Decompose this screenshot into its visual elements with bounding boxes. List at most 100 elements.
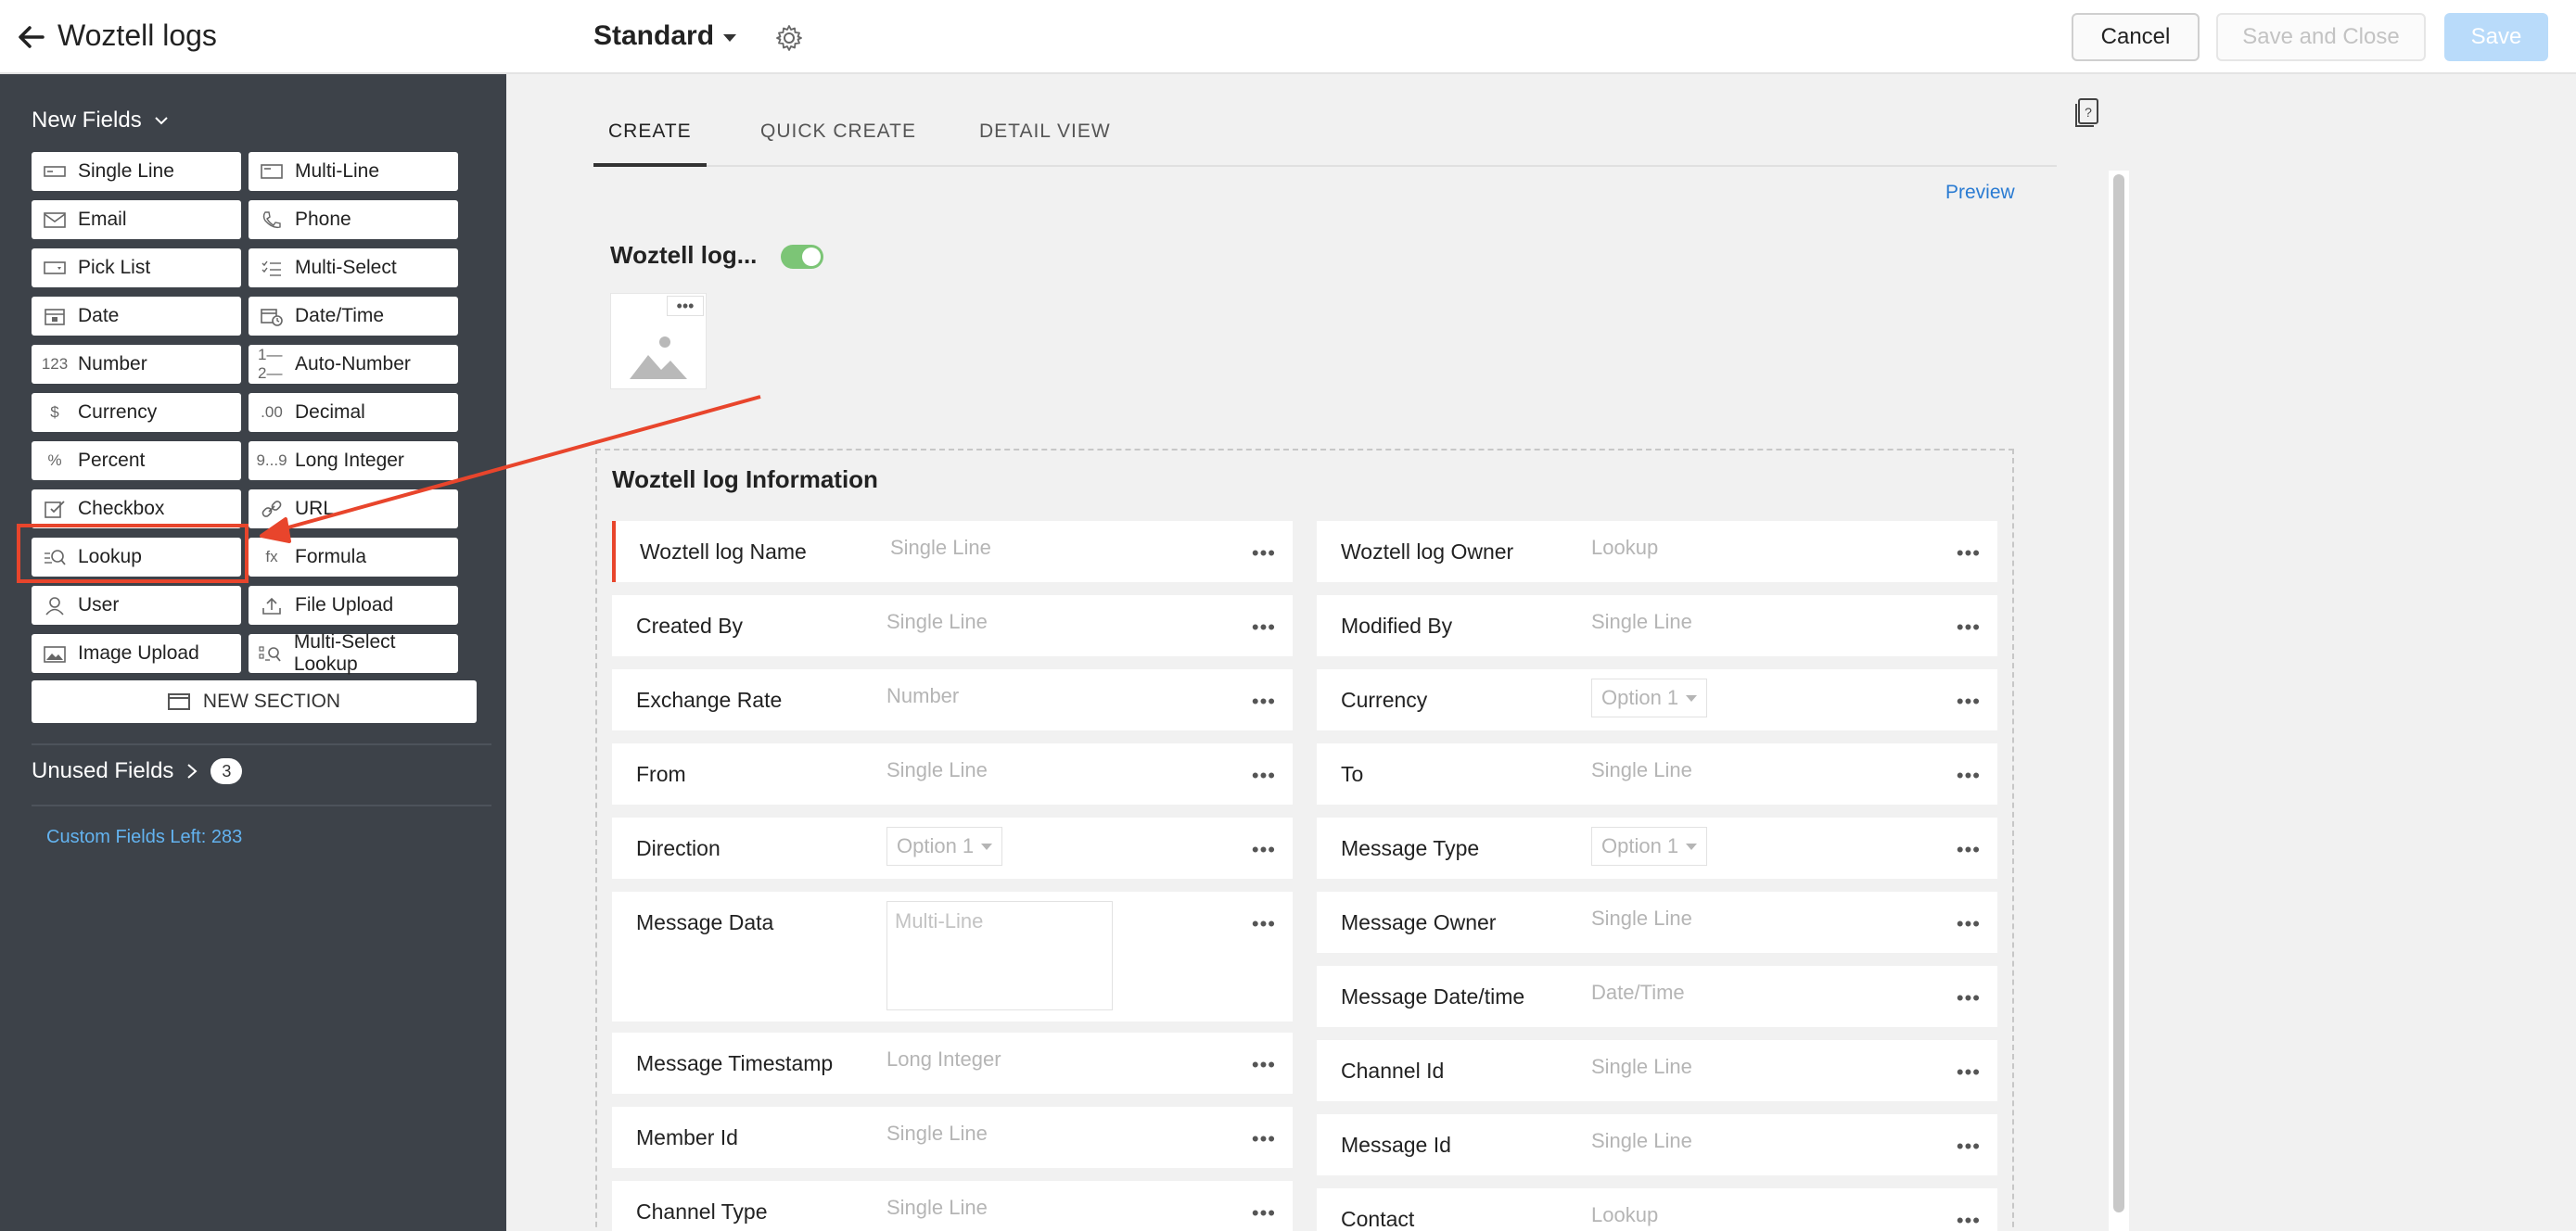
- picklist-placeholder: Option 1: [1591, 679, 1708, 717]
- form-field-row[interactable]: Created By Single Line •••: [612, 595, 1293, 656]
- formula-icon: fx: [265, 548, 278, 565]
- field-type-auto-number[interactable]: 1—2— Auto-Number: [249, 345, 458, 384]
- more-options-icon[interactable]: •••: [1252, 764, 1276, 788]
- field-label: Channel Id: [1341, 1059, 1445, 1083]
- field-type-image-upload[interactable]: Image Upload: [32, 634, 241, 673]
- field-type-label: Multi-Select: [295, 257, 397, 278]
- form-field-row[interactable]: Message Id Single Line •••: [1317, 1114, 1997, 1175]
- section-title[interactable]: Woztell log Information: [612, 465, 878, 494]
- decimal-icon: .00: [261, 403, 283, 421]
- phone-icon: [258, 209, 286, 231]
- form-field-row[interactable]: Channel Id Single Line •••: [1317, 1040, 1997, 1101]
- gear-icon[interactable]: [773, 22, 805, 54]
- field-label: Contact: [1341, 1207, 1415, 1231]
- scrollbar-thumb[interactable]: [2113, 174, 2124, 1212]
- more-options-icon[interactable]: •••: [1252, 616, 1276, 640]
- back-arrow-icon[interactable]: [15, 20, 48, 54]
- field-type-single-line[interactable]: Single Line: [32, 152, 241, 191]
- more-options-icon[interactable]: •••: [1957, 690, 1981, 714]
- preview-link[interactable]: Preview: [1945, 182, 2015, 204]
- form-field-row[interactable]: From Single Line •••: [612, 743, 1293, 805]
- field-type-currency[interactable]: $ Currency: [32, 393, 241, 432]
- form-field-row[interactable]: Member Id Single Line •••: [612, 1107, 1293, 1168]
- divider: [32, 805, 491, 806]
- canvas-scrollbar[interactable]: [2109, 171, 2129, 1231]
- unused-fields-toggle[interactable]: Unused Fields 3: [32, 758, 243, 784]
- help-doc-icon[interactable]: ?: [2073, 96, 2101, 130]
- more-options-icon[interactable]: •••: [1957, 838, 1981, 862]
- form-field-row[interactable]: Message Type Option 1 •••: [1317, 818, 1997, 879]
- save-button[interactable]: Save: [2444, 13, 2548, 61]
- field-type-label: Number: [78, 353, 147, 374]
- form-field-row[interactable]: Message Timestamp Long Integer •••: [612, 1033, 1293, 1094]
- field-type-multi-select-lookup[interactable]: Multi-Select Lookup: [249, 631, 458, 675]
- more-options-icon[interactable]: •••: [1957, 986, 1981, 1010]
- more-options-icon[interactable]: •••: [1957, 1209, 1981, 1231]
- record-title[interactable]: Woztell log...: [610, 241, 757, 270]
- more-options-icon[interactable]: •••: [1957, 764, 1981, 788]
- form-field-row[interactable]: Currency Option 1 •••: [1317, 669, 1997, 730]
- form-field-row[interactable]: To Single Line •••: [1317, 743, 1997, 805]
- more-options-icon[interactable]: •••: [1252, 1201, 1276, 1225]
- layout-active-toggle[interactable]: [781, 245, 823, 269]
- more-options-icon[interactable]: •••: [1957, 1135, 1981, 1159]
- layout-name[interactable]: Standard: [593, 20, 714, 52]
- lookup-highlight-annotation: [17, 524, 249, 583]
- form-field-row[interactable]: Message Date/time Date/Time •••: [1317, 966, 1997, 1027]
- more-options-icon[interactable]: •••: [667, 296, 704, 316]
- field-type-placeholder: Single Line: [1591, 758, 1692, 781]
- field-type-checkbox[interactable]: Checkbox: [32, 489, 241, 528]
- cancel-button[interactable]: Cancel: [2072, 13, 2200, 61]
- field-type-placeholder: Long Integer: [886, 1047, 1001, 1071]
- field-type-label: User: [78, 594, 120, 616]
- field-type-percent[interactable]: % Percent: [32, 441, 241, 480]
- form-field-row[interactable]: Exchange Rate Number •••: [612, 669, 1293, 730]
- form-field-row[interactable]: Contact Lookup •••: [1317, 1188, 1997, 1231]
- more-options-icon[interactable]: •••: [1957, 912, 1981, 936]
- more-options-icon[interactable]: •••: [1252, 541, 1276, 565]
- form-field-row[interactable]: Message Owner Single Line •••: [1317, 892, 1997, 953]
- form-field-row[interactable]: Channel Type Single Line •••: [612, 1181, 1293, 1231]
- field-type-long-integer[interactable]: 9...9 Long Integer: [249, 441, 458, 480]
- more-options-icon[interactable]: •••: [1957, 616, 1981, 640]
- field-label: Message Timestamp: [636, 1051, 834, 1075]
- field-type-phone[interactable]: Phone: [249, 200, 458, 239]
- tab-create[interactable]: CREATE: [593, 121, 707, 167]
- record-image-placeholder[interactable]: •••: [610, 293, 707, 389]
- field-type-date-time[interactable]: Date/Time: [249, 297, 458, 336]
- more-options-icon[interactable]: •••: [1252, 690, 1276, 714]
- more-options-icon[interactable]: •••: [1957, 1060, 1981, 1085]
- form-field-row[interactable]: Woztell log Owner Lookup •••: [1317, 521, 1997, 582]
- chevron-down-icon[interactable]: [720, 28, 740, 48]
- single-line-icon: [41, 160, 69, 183]
- field-type-formula[interactable]: fx Formula: [249, 538, 458, 577]
- more-options-icon[interactable]: •••: [1252, 838, 1276, 862]
- field-type-number[interactable]: 123 Number: [32, 345, 241, 384]
- form-field-row[interactable]: Message Data Multi-Line •••: [612, 892, 1293, 1022]
- field-type-date[interactable]: Date: [32, 297, 241, 336]
- save-and-close-button[interactable]: Save and Close: [2216, 13, 2426, 61]
- field-type-user[interactable]: User: [32, 586, 241, 625]
- tab-detail-view[interactable]: DETAIL VIEW: [979, 121, 1111, 167]
- number-icon: 123: [41, 355, 69, 373]
- field-type-pick-list[interactable]: Pick List: [32, 248, 241, 287]
- field-type-multi-line[interactable]: Multi-Line: [249, 152, 458, 191]
- more-options-icon[interactable]: •••: [1252, 1127, 1276, 1151]
- new-section-button[interactable]: NEW SECTION: [32, 680, 477, 723]
- field-type-email[interactable]: Email: [32, 200, 241, 239]
- field-type-placeholder: Single Line: [886, 610, 988, 633]
- more-options-icon[interactable]: •••: [1957, 541, 1981, 565]
- tab-quick-create[interactable]: QUICK CREATE: [760, 121, 916, 167]
- more-options-icon[interactable]: •••: [1252, 1053, 1276, 1077]
- more-options-icon[interactable]: •••: [1252, 912, 1276, 936]
- form-field-row[interactable]: Modified By Single Line •••: [1317, 595, 1997, 656]
- new-fields-toggle[interactable]: New Fields: [32, 108, 172, 133]
- form-field-row[interactable]: Woztell log Name Single Line •••: [612, 521, 1293, 582]
- field-type-url[interactable]: URL: [249, 489, 458, 528]
- caret-down-icon: [1686, 694, 1698, 702]
- form-field-row[interactable]: Direction Option 1 •••: [612, 818, 1293, 879]
- field-type-file-upload[interactable]: File Upload: [249, 586, 458, 625]
- field-type-multi-select[interactable]: Multi-Select: [249, 248, 458, 287]
- field-type-decimal[interactable]: .00 Decimal: [249, 393, 458, 432]
- field-type-placeholder: Single Line: [1591, 1055, 1692, 1078]
